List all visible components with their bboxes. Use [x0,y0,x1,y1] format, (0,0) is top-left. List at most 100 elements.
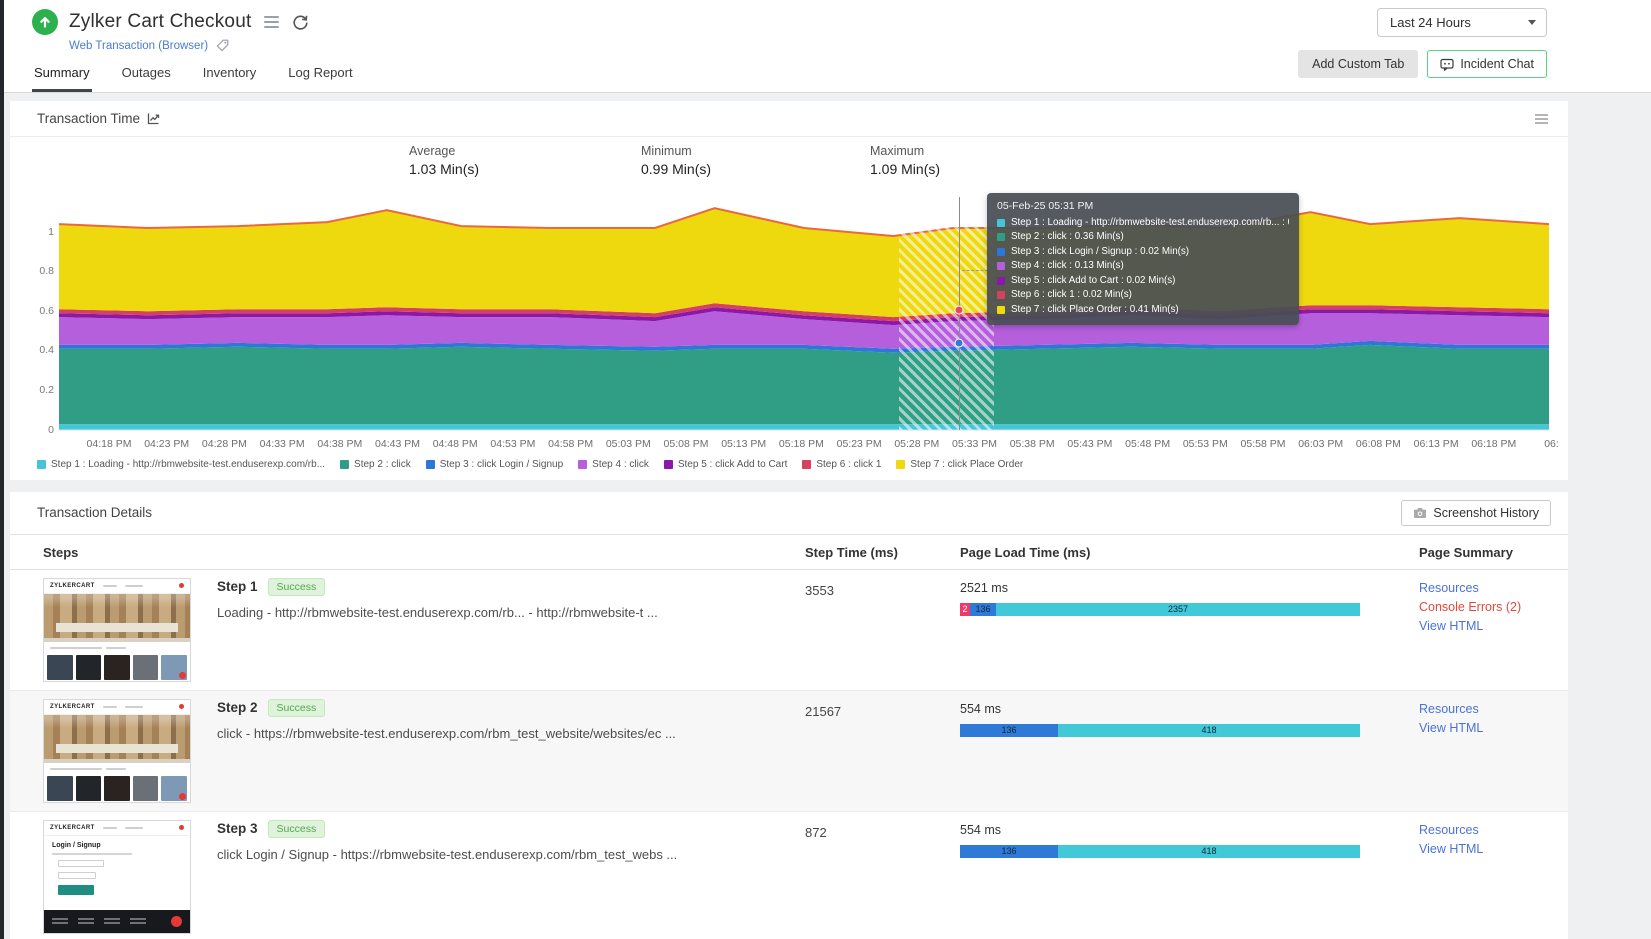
refresh-icon[interactable] [292,14,309,31]
load-time-segment: 136 [960,844,1058,858]
thumb-hero-image [44,714,190,763]
legend-label: Step 7 : click Place Order [910,458,1024,470]
x-tick: 05:38 PM [1009,437,1055,450]
tooltip-text: Step 7 : click Place Order : 0.41 Min(s) [1011,303,1179,315]
thumb-notification-dot [179,583,184,588]
legend-item[interactable]: Step 1 : Loading - http://rbmwebsite-tes… [37,459,325,470]
y-tick: 1 [48,225,54,238]
x-tick: 04:23 PM [144,437,190,450]
stat-value: 0.99 Min(s) [641,160,712,177]
load-time-bar: 2 136 2357 [960,602,1360,616]
legend-item[interactable]: Step 2 : click [340,459,411,470]
thumb-brand: ZYLKERCART [50,582,95,589]
incident-chat-label: Incident Chat [1460,57,1534,71]
legend-swatch [425,459,435,469]
tooltip-item: Step 5 : click Add to Cart : 0.02 Min(s) [997,274,1289,289]
step-time-value: 21567 [805,703,842,719]
x-tick: 04:33 PM [259,437,305,450]
page-summary-link-resources[interactable]: Resources [1419,823,1568,837]
tab-log-report[interactable]: Log Report [286,57,354,92]
x-tick: 04:18 PM [86,437,132,450]
page-summary-link-resources[interactable]: Resources [1419,702,1568,716]
legend-item[interactable]: Step 7 : click Place Order [896,459,1023,470]
chart-legend: Step 1 : Loading - http://rbmwebsite-tes… [10,454,1568,480]
tooltip-item: Step 4 : click : 0.13 Min(s) [997,259,1289,274]
page-summary-link-view-html[interactable]: View HTML [1419,842,1568,856]
legend-item[interactable]: Step 3 : click Login / Signup [425,459,563,470]
tooltip-item: Step 7 : click Place Order : 0.41 Min(s) [997,303,1289,318]
transaction-time-title: Transaction Time [37,111,141,127]
column-header-steps: Steps [43,544,79,560]
x-tick: 04:38 PM [317,437,363,450]
incident-chat-button[interactable]: Incident Chat [1427,50,1547,78]
step-screenshot-thumbnail[interactable]: ZYLKERCART Login / Signup [43,819,191,934]
thumb-notification-dot [179,825,184,830]
thumb-product-image [161,654,187,680]
add-custom-tab-button[interactable]: Add Custom Tab [1298,50,1419,78]
tooltip-swatch [997,305,1005,314]
x-tick: 05:43 PM [1067,437,1113,450]
thumb-footer [44,909,190,933]
page-load-time-value: 554 ms [960,701,1001,716]
screenshot-history-button[interactable]: Screenshot History [1401,499,1551,526]
camera-icon [1414,507,1427,518]
y-tick: 0.4 [39,344,54,357]
tooltip-item: Step 3 : click Login / Signup : 0.02 Min… [997,245,1289,260]
tab-summary[interactable]: Summary [32,57,92,92]
page-summary-link-console-errors-2-[interactable]: Console Errors (2) [1419,600,1568,614]
legend-label: Step 4 : click [592,458,649,470]
legend-item[interactable]: Step 5 : click Add to Cart [663,458,788,470]
trend-chart-icon[interactable] [147,112,160,125]
step-screenshot-thumbnail[interactable]: ZYLKERCART [43,698,191,803]
transaction-details-title: Transaction Details [37,505,153,520]
chevron-down-icon [1528,20,1536,25]
tooltip-swatch [997,276,1005,285]
tooltip-text: Step 4 : click : 0.13 Min(s) [1011,260,1124,271]
page-summary-link-view-html[interactable]: View HTML [1419,619,1568,633]
tag-icon[interactable] [216,39,229,52]
x-tick: 06: [1544,437,1559,450]
monitor-menu-icon[interactable] [262,14,281,30]
transaction-time-panel: Transaction Time Average 1.03 Min(s) Minim… [10,101,1568,480]
tab-outages[interactable]: Outages [120,57,173,92]
stacked-area-chart [58,206,1550,430]
step-screenshot-thumbnail[interactable]: ZYLKERCART [43,577,191,682]
tooltip-text: Step 6 : click 1 : 0.02 Min(s) [1011,289,1132,300]
thumb-product-image [161,775,187,801]
thumb-login-button [58,884,94,895]
status-badge: Success [267,819,326,838]
tooltip-swatch [997,233,1005,242]
x-tick: 05:28 PM [894,437,940,450]
app-root: Zylker Cart Checkout Web Transaction (Br… [0,0,1651,939]
chart-options-menu-icon[interactable] [1532,111,1551,127]
legend-label: Step 5 : click Add to Cart [677,458,788,470]
tab-bar: Summary Outages Inventory Log Report [32,57,355,92]
thumb-product-image [47,775,73,801]
details-table-body: ZYLKERCART Step 1 Success Loading - http://… [10,570,1568,939]
legend-label: Step 6 : click 1 [816,458,882,470]
thumb-product-image [75,654,102,680]
page-load-time-value: 2521 ms [960,580,1008,595]
load-time-segment: 2357 [996,602,1360,616]
x-tick: 06:08 PM [1355,437,1401,450]
legend-swatch [663,459,673,469]
monitor-header: Zylker Cart Checkout Web Transaction (Br… [4,0,1651,93]
legend-item[interactable]: Step 4 : click [578,459,649,470]
thumb-notification-dot [179,704,184,709]
transaction-time-chart[interactable]: 0 0.2 0.4 0.6 0.8 1 05-Feb-25 05:31 PM Step 1… [10,189,1568,436]
x-tick: 06:18 PM [1471,437,1517,450]
stat-label: Maximum [870,143,925,158]
time-range-value: Last 24 Hours [1390,15,1471,30]
load-time-bar: 136 418 [960,844,1360,858]
hover-point-red [954,305,964,314]
thumb-login-title: Login / Signup [52,841,101,849]
page-summary-link-resources[interactable]: Resources [1419,581,1568,595]
status-badge: Success [267,577,326,596]
x-tick: 04:43 PM [375,437,420,450]
page-summary-link-view-html[interactable]: View HTML [1419,721,1568,735]
tab-inventory[interactable]: Inventory [201,57,258,92]
legend-item[interactable]: Step 6 : click 1 [802,459,881,470]
monitor-type-link[interactable]: Web Transaction (Browser) [69,40,208,52]
time-range-select[interactable]: Last 24 Hours [1377,8,1547,37]
load-time-segment: 418 [1058,723,1360,737]
